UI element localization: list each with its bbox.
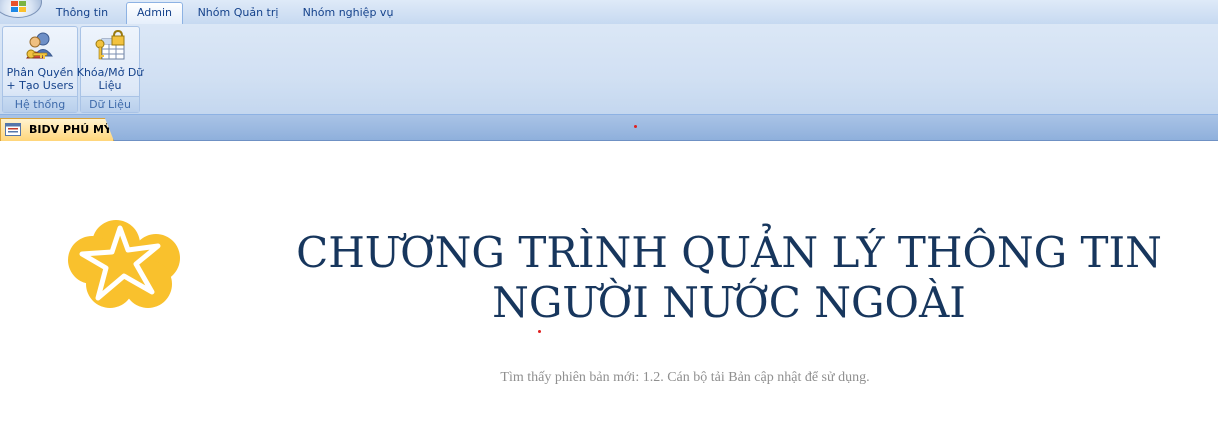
bidv-star-logo-icon [68, 220, 180, 308]
group-label-he-thong: Hệ thống [3, 96, 77, 112]
phan-quyen-tao-users-button[interactable]: Phân Quyền + Tạo Users [5, 30, 75, 92]
khoa-mo-du-lieu-label: Khóa/Mở Dữ Liệu [76, 66, 144, 92]
red-dot-marker [634, 125, 637, 128]
lock-grid-icon [95, 30, 125, 60]
page-title: CHƯƠNG TRÌNH QUẢN LÝ THÔNG TIN NGƯỜI NƯỚ… [296, 228, 1162, 327]
document-tab-label: BIDV PHÚ MỸ [29, 123, 112, 136]
tab-thong-tin[interactable]: Thông tin [46, 3, 118, 23]
ribbon-tab-strip: Thông tin Admin Nhóm Quản trị Nhóm nghiệ… [0, 0, 1218, 25]
office-logo-icon [11, 1, 26, 12]
group-he-thong: Phân Quyền + Tạo Users Hệ thống [2, 26, 78, 113]
form-icon [5, 123, 21, 136]
document-tab-bidv-phu-my[interactable]: BIDV PHÚ MỸ [0, 118, 114, 141]
tab-nhom-nghiep-vu[interactable]: Nhóm nghiệp vụ [295, 3, 401, 23]
group-label-du-lieu: Dữ Liệu [81, 96, 139, 112]
red-dot-marker-main [538, 330, 541, 333]
ribbon-panel: Phân Quyền + Tạo Users Hệ thống Khóa/Mở … [0, 24, 1218, 115]
document-tab-bar: BIDV PHÚ MỸ [0, 115, 1218, 141]
update-status-message: Tìm thấy phiên bản mới: 1.2. Cán bộ tải … [500, 370, 870, 385]
phan-quyen-tao-users-label: Phân Quyền + Tạo Users [6, 66, 74, 92]
office-button[interactable] [0, 0, 42, 18]
users-keys-icon [26, 32, 53, 59]
khoa-mo-du-lieu-button[interactable]: Khóa/Mở Dữ Liệu [75, 30, 145, 92]
group-du-lieu: Khóa/Mở Dữ Liệu Dữ Liệu [77, 26, 143, 113]
tab-admin[interactable]: Admin [126, 2, 183, 25]
tab-nhom-quan-tri[interactable]: Nhóm Quản trị [189, 3, 287, 23]
